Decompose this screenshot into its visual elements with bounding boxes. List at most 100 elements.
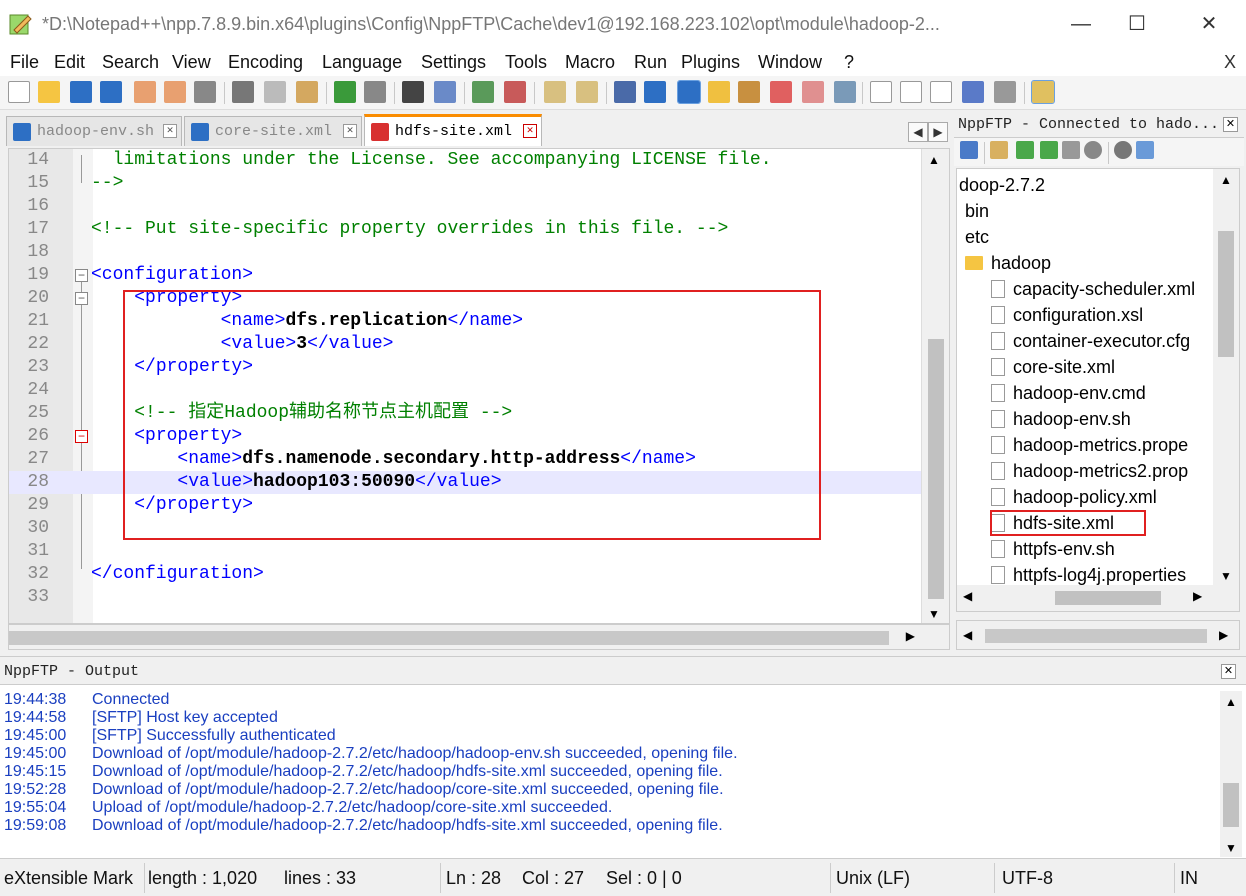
tree-item[interactable]: doop-2.7.2 (959, 172, 1045, 198)
maximize-button[interactable]: ☐ (1114, 8, 1160, 40)
menu-file[interactable]: File (10, 52, 39, 73)
indent-guide-icon[interactable] (677, 80, 701, 104)
menu-settings[interactable]: Settings (421, 52, 486, 73)
copy-icon[interactable] (264, 81, 286, 103)
editor-vertical-scrollbar[interactable]: ▲ ▼ (921, 149, 949, 623)
save-all-icon[interactable] (100, 81, 122, 103)
save-icon[interactable] (70, 81, 92, 103)
download-icon[interactable] (1016, 141, 1034, 159)
scroll-down-icon[interactable]: ▼ (928, 607, 940, 621)
abort-icon[interactable] (1084, 141, 1102, 159)
output-vertical-scrollbar[interactable]: ▲ ▼ (1220, 691, 1242, 857)
menu-macro[interactable]: Macro (565, 52, 615, 73)
tab-hdfs-site[interactable]: hdfs-site.xml ✕ (364, 114, 542, 146)
scrollbar-thumb[interactable] (9, 631, 889, 645)
open-file-icon[interactable] (38, 81, 60, 103)
scroll-up-icon[interactable]: ▲ (1225, 695, 1237, 709)
minimize-button[interactable]: — (1058, 8, 1104, 40)
scroll-right-icon[interactable]: ▶ (906, 629, 915, 643)
menu-help[interactable]: ? (844, 52, 854, 73)
scroll-down-icon[interactable]: ▼ (1225, 841, 1237, 855)
menu-language[interactable]: Language (322, 52, 402, 73)
menu-search[interactable]: Search (102, 52, 159, 73)
tree-item[interactable]: configuration.xsl (991, 302, 1143, 328)
close-icon[interactable] (134, 81, 156, 103)
scrollbar-thumb[interactable] (985, 629, 1207, 643)
refresh-icon[interactable] (1062, 141, 1080, 159)
zoom-in-icon[interactable] (472, 81, 494, 103)
cut-icon[interactable] (232, 81, 254, 103)
scroll-up-icon[interactable]: ▲ (928, 153, 940, 167)
close-tab-icon[interactable]: ✕ (523, 124, 537, 138)
tree-horizontal-scrollbar[interactable]: ◀ ▶ (957, 585, 1239, 611)
tree-vertical-scrollbar[interactable]: ▲ ▼ (1213, 169, 1239, 587)
scrollbar-thumb[interactable] (1055, 591, 1161, 605)
run-macro-multiple-icon[interactable] (962, 81, 984, 103)
tree-item[interactable]: etc (965, 224, 989, 250)
folder-icon[interactable] (990, 141, 1008, 159)
close-all-icon[interactable] (164, 81, 186, 103)
close-tab-icon[interactable]: ✕ (343, 124, 357, 138)
function-list-icon[interactable] (770, 81, 792, 103)
menu-run[interactable]: Run (634, 52, 667, 73)
menu-plugins[interactable]: Plugins (681, 52, 740, 73)
fold-toggle-icon[interactable]: − (75, 292, 88, 305)
scroll-down-icon[interactable]: ▼ (1220, 569, 1232, 583)
fold-toggle-icon[interactable]: − (75, 430, 88, 443)
menu-window[interactable]: Window (758, 52, 822, 73)
close-document-button[interactable]: X (1224, 52, 1236, 73)
find-icon[interactable] (402, 81, 424, 103)
monitoring-icon[interactable] (834, 81, 856, 103)
tree-item[interactable]: capacity-scheduler.xml (991, 276, 1195, 302)
user-lang-icon[interactable] (708, 81, 730, 103)
connect-icon[interactable] (960, 141, 978, 159)
tree-item[interactable]: httpfs-env.sh (991, 536, 1115, 562)
stop-macro-icon[interactable] (900, 81, 922, 103)
tree-item[interactable]: hadoop-env.cmd (991, 380, 1146, 406)
print-icon[interactable] (194, 81, 216, 103)
paste-icon[interactable] (296, 81, 318, 103)
show-all-chars-icon[interactable] (644, 81, 666, 103)
doc-map-icon[interactable] (738, 81, 760, 103)
fold-toggle-icon[interactable]: − (75, 269, 88, 282)
word-wrap-icon[interactable] (614, 81, 636, 103)
tree-item[interactable]: hadoop-policy.xml (991, 484, 1157, 510)
new-file-icon[interactable] (8, 81, 30, 103)
sync-vertical-icon[interactable] (544, 81, 566, 103)
tab-scroll-right-icon[interactable]: ▶ (928, 122, 948, 142)
upload-icon[interactable] (1040, 141, 1058, 159)
scrollbar-thumb[interactable] (1223, 783, 1239, 827)
tree-item[interactable]: hadoop (965, 250, 1051, 276)
nppftp-icon[interactable] (1031, 80, 1055, 104)
tree-item[interactable]: hadoop-env.sh (991, 406, 1131, 432)
tree-item[interactable]: container-executor.cfg (991, 328, 1190, 354)
close-panel-icon[interactable]: ✕ (1223, 117, 1238, 132)
scroll-left-icon[interactable]: ◀ (963, 628, 972, 642)
menu-edit[interactable]: Edit (54, 52, 85, 73)
tree-item[interactable]: hadoop-metrics2.prop (991, 458, 1188, 484)
zoom-out-icon[interactable] (504, 81, 526, 103)
editor-horizontal-scrollbar[interactable]: ▶ (8, 624, 950, 650)
close-tab-icon[interactable]: ✕ (163, 124, 177, 138)
sync-horizontal-icon[interactable] (576, 81, 598, 103)
tab-core-site[interactable]: core-site.xml ✕ (184, 116, 362, 146)
tree-item[interactable]: hadoop-metrics.prope (991, 432, 1188, 458)
nppftp-queue-scrollbar[interactable]: ◀ ▶ (956, 620, 1240, 650)
tab-hadoop-env[interactable]: hadoop-env.sh ✕ (6, 116, 182, 146)
menu-view[interactable]: View (172, 52, 211, 73)
message-window-icon[interactable] (1136, 141, 1154, 159)
replace-icon[interactable] (434, 81, 456, 103)
close-panel-icon[interactable]: ✕ (1221, 664, 1236, 679)
menu-encoding[interactable]: Encoding (228, 52, 303, 73)
scroll-right-icon[interactable]: ▶ (1219, 628, 1228, 642)
close-window-button[interactable]: ✕ (1186, 8, 1232, 40)
tree-item[interactable]: core-site.xml (991, 354, 1115, 380)
scroll-up-icon[interactable]: ▲ (1220, 173, 1232, 187)
folder-workspace-icon[interactable] (802, 81, 824, 103)
save-macro-icon[interactable] (994, 81, 1016, 103)
play-macro-icon[interactable] (930, 81, 952, 103)
tree-item[interactable]: bin (965, 198, 989, 224)
undo-icon[interactable] (334, 81, 356, 103)
scroll-right-icon[interactable]: ▶ (1193, 589, 1202, 603)
scrollbar-thumb[interactable] (1218, 231, 1234, 357)
